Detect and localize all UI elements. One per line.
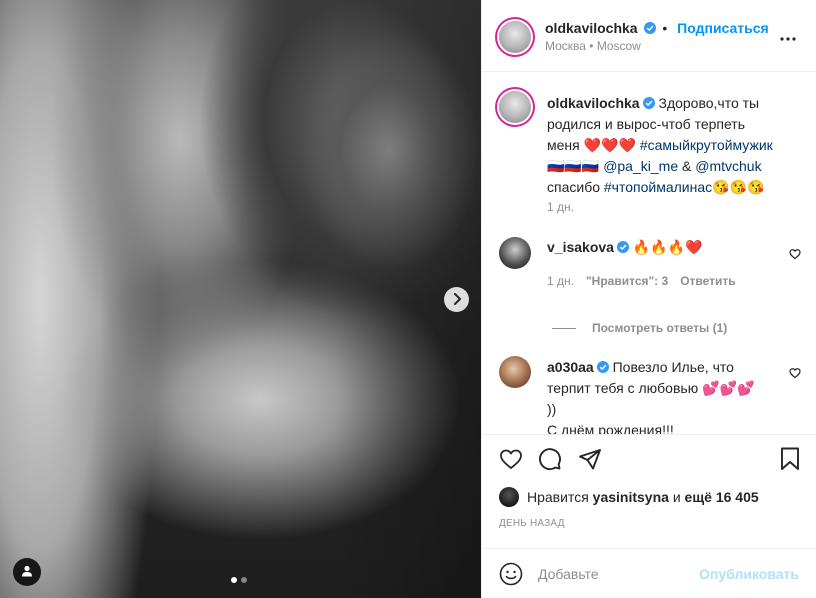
photo-shade (0, 0, 481, 598)
emoji-button[interactable] (499, 562, 523, 589)
likes-prefix: Нравится (527, 489, 589, 505)
paper-plane-icon (578, 449, 602, 474)
publish-button[interactable]: Опубликовать (699, 566, 799, 582)
chevron-right-icon (452, 292, 462, 308)
share-button[interactable] (578, 447, 602, 474)
caption-flags: 🇷🇺🇷🇺🇷🇺 (547, 158, 600, 174)
comment-meta: 1 дн. "Нравится": 3 Ответить (547, 274, 736, 288)
comment-bubble-icon (538, 448, 562, 474)
follow-button[interactable]: Подписаться (677, 20, 769, 36)
carousel-indicator (231, 577, 247, 583)
heart-icon (789, 366, 801, 382)
verified-badge-icon (596, 358, 609, 373)
separator-dot: • (662, 20, 668, 36)
comment-button[interactable] (538, 447, 562, 474)
commenter-username[interactable]: v_isakova (547, 239, 614, 255)
heart-icon (789, 247, 801, 263)
comment-body-line: терпит тебя с любовью 💕💕💕 (547, 380, 755, 396)
save-button[interactable] (780, 447, 800, 474)
likes-summary: Нравится yasinitsyna и ещё 16 405 (499, 487, 759, 507)
comment-text: a030aa Повезло Илье, что терпит тебя с л… (547, 357, 779, 434)
caption-text: oldkavilochka Здорово,что ты родился и в… (547, 93, 779, 198)
more-options-button[interactable] (780, 28, 796, 44)
commenter-avatar[interactable] (499, 237, 531, 269)
comment-body-line: )) (547, 401, 557, 417)
verified-badge-icon (642, 94, 655, 109)
author-avatar[interactable] (499, 21, 531, 53)
bookmark-icon (780, 447, 800, 474)
user-icon (21, 564, 33, 580)
caption-avatar[interactable] (499, 91, 531, 123)
tagged-users-button[interactable] (13, 558, 41, 586)
view-replies-button[interactable]: Посмотреть ответы (1) (552, 321, 727, 335)
caption-hearts: ❤️❤️❤️ (583, 137, 636, 153)
liker-username[interactable]: yasinitsyna (593, 489, 669, 505)
comment-like-button[interactable] (789, 247, 801, 263)
commenter-username[interactable]: a030aa (547, 359, 594, 375)
likes-count[interactable]: ещё 16 405 (685, 489, 759, 505)
likes-middle: и (672, 489, 681, 505)
post-time[interactable]: ДЕНЬ НАЗАД (499, 518, 565, 529)
comment-body: 🔥🔥🔥❤️ (632, 239, 703, 255)
smiley-icon (499, 562, 523, 589)
caption-mention-2[interactable]: @mtvchuk (695, 158, 761, 174)
more-horizontal-icon (780, 28, 796, 44)
post-header: oldkavilochka • Подписаться Москва • Mos… (482, 0, 816, 72)
caption-thanks: спасибо (547, 179, 600, 195)
caption-kisses: 😘😘😘 (712, 179, 765, 195)
carousel-dot (241, 577, 247, 583)
comment-body-line: Повезло Илье, что (612, 359, 734, 375)
comment-text: v_isakova 🔥🔥🔥❤️ (547, 237, 779, 258)
caption-mention-1[interactable]: @pa_ki_me (603, 158, 678, 174)
replies-divider (552, 327, 576, 329)
like-button[interactable] (498, 447, 524, 474)
comment-like-button[interactable] (789, 366, 801, 382)
heart-icon (498, 449, 524, 474)
comment-body-line: С днём рождения!!! (547, 422, 674, 434)
author-username[interactable]: oldkavilochka (545, 20, 638, 36)
post-photo[interactable] (0, 0, 481, 598)
author-line: oldkavilochka • Подписаться (545, 20, 769, 36)
caption-hashtag-1[interactable]: #самыйкрутоймужик (640, 137, 773, 153)
add-comment-bar: Опубликовать (482, 548, 816, 598)
commenter-avatar[interactable] (499, 356, 531, 388)
verified-badge-icon (616, 238, 629, 253)
liker-avatar[interactable] (499, 487, 519, 507)
post-actions (482, 434, 816, 484)
caption-and: & (682, 158, 692, 174)
verified-badge-icon (644, 21, 657, 34)
caption-time[interactable]: 1 дн. (547, 200, 574, 214)
caption-username[interactable]: oldkavilochka (547, 95, 640, 111)
comment-time[interactable]: 1 дн. (547, 274, 574, 288)
caption-hashtag-2[interactable]: #чтопоймалинас (604, 179, 712, 195)
comment-likes[interactable]: "Нравится": 3 (586, 274, 668, 288)
post-location[interactable]: Москва • Moscow (545, 39, 641, 53)
post-panel: oldkavilochka • Подписаться Москва • Mos… (481, 0, 816, 598)
reply-button[interactable]: Ответить (680, 274, 735, 288)
comments-list: oldkavilochka Здорово,что ты родился и в… (482, 73, 816, 434)
carousel-next-button[interactable] (444, 287, 469, 312)
carousel-dot-active (231, 577, 237, 583)
view-replies-label: Посмотреть ответы (1) (592, 321, 728, 335)
